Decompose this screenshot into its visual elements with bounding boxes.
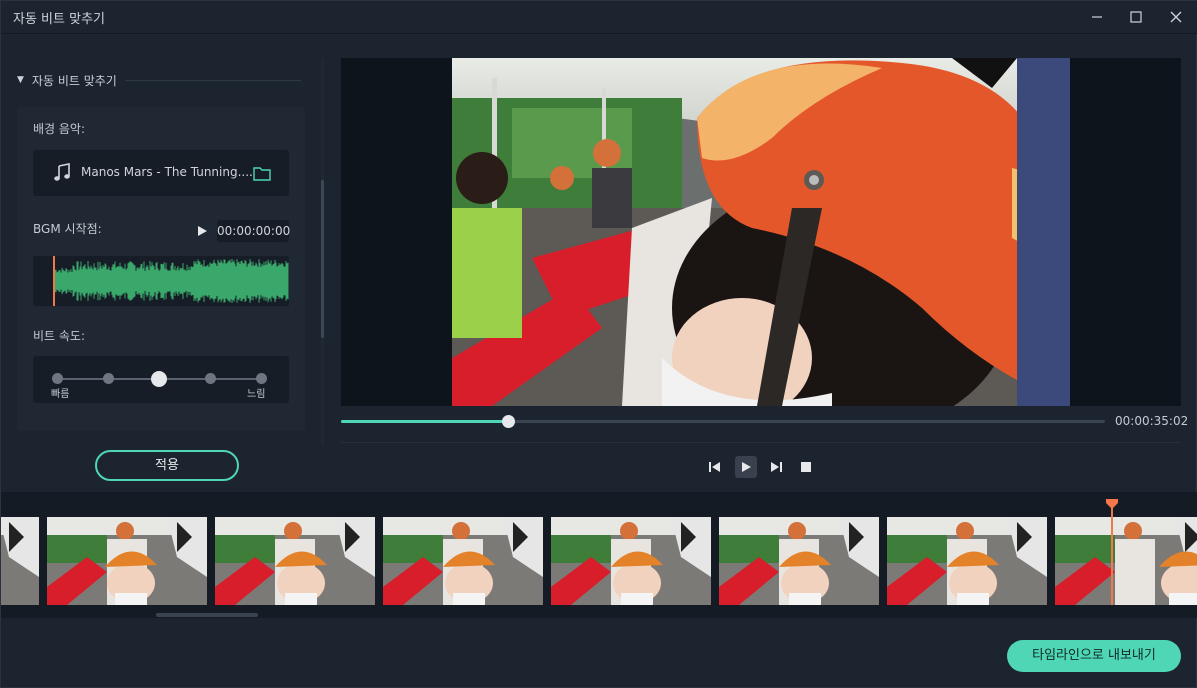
music-selector[interactable]: Manos Mars - The Tunning.... (33, 150, 289, 196)
music-note-icon (54, 163, 70, 181)
play-button[interactable] (735, 456, 757, 478)
timeline-thumbnail (1, 517, 39, 605)
timeline-thumbnail (551, 517, 711, 605)
timeline-scrollbar[interactable] (156, 613, 258, 617)
bgm-waveform[interactable] (33, 256, 289, 306)
minimize-button[interactable] (1080, 1, 1114, 33)
stop-button[interactable] (795, 456, 817, 478)
progress-fill (341, 420, 509, 423)
panel-scrollbar[interactable] (321, 58, 324, 444)
stop-icon (801, 462, 811, 472)
maximize-icon (1130, 11, 1142, 23)
step-back-icon (709, 462, 720, 472)
preview-frame-image (452, 58, 1070, 406)
bgm-start-time[interactable]: 00:00:00:00 (217, 220, 290, 242)
step-forward-icon (771, 462, 782, 472)
speed-step[interactable] (51, 373, 63, 384)
beat-speed-slider[interactable]: 빠름 느림 (33, 356, 289, 403)
timeline-thumbnail (215, 517, 375, 605)
bgm-start-label: BGM 시작점: (33, 222, 102, 236)
panel-scrollbar-thumb[interactable] (321, 180, 324, 338)
title-bar: 자동 비트 맞추기 (1, 1, 1197, 33)
progress-knob[interactable] (502, 415, 516, 428)
timeline-thumbnail (887, 517, 1047, 605)
section-rule (124, 79, 301, 81)
caret-down-icon: ▼ (17, 75, 24, 85)
window-title: 자동 비트 맞추기 (13, 12, 105, 27)
playhead-marker-icon[interactable] (1106, 499, 1118, 509)
auto-beat-sync-window: 자동 비트 맞추기 ▼ 자동 비트 맞추기 배경 음악: Manos Mars … (0, 0, 1197, 688)
section-header[interactable]: ▼ 자동 비트 맞추기 (17, 71, 301, 89)
close-icon (1170, 11, 1182, 23)
timeline-thumbnails (1, 517, 1197, 605)
speed-handle[interactable] (151, 371, 167, 387)
timeline-thumbnail (383, 517, 543, 605)
timeline-strip[interactable] (1, 492, 1197, 618)
timeline-thumbnail (1055, 517, 1197, 605)
background-music-label: 배경 음악: (33, 122, 86, 136)
timeline-thumbnail (47, 517, 207, 605)
music-name: Manos Mars - The Tunning.... (81, 165, 253, 179)
waveform-graphic (53, 256, 289, 306)
title-divider (1, 33, 1197, 34)
timeline-thumbnail (719, 517, 879, 605)
speed-fast-label: 빠름 (51, 389, 70, 400)
step-back-button[interactable] (704, 456, 726, 478)
speed-step[interactable] (204, 373, 216, 384)
folder-icon[interactable] (253, 165, 271, 181)
timeline-playhead[interactable] (1111, 502, 1113, 605)
preview-duration: 00:00:35:02 (1115, 414, 1189, 428)
speed-slow-label: 느림 (247, 389, 266, 400)
apply-button[interactable]: 적용 (95, 450, 239, 481)
close-button[interactable] (1159, 1, 1193, 33)
preview-separator (341, 442, 1181, 443)
play-icon (742, 462, 751, 472)
preview-progress-bar[interactable] (341, 415, 1105, 428)
step-forward-button[interactable] (765, 456, 787, 478)
section-title: 자동 비트 맞추기 (31, 73, 117, 88)
speed-step[interactable] (102, 373, 114, 384)
video-preview (341, 58, 1181, 406)
bgm-play-icon[interactable] (195, 223, 209, 239)
export-to-timeline-button[interactable]: 타임라인으로 내보내기 (1007, 640, 1181, 672)
beat-speed-label: 비트 속도: (33, 329, 86, 343)
minimize-icon (1092, 16, 1102, 18)
maximize-button[interactable] (1119, 1, 1153, 33)
speed-step[interactable] (255, 373, 267, 384)
